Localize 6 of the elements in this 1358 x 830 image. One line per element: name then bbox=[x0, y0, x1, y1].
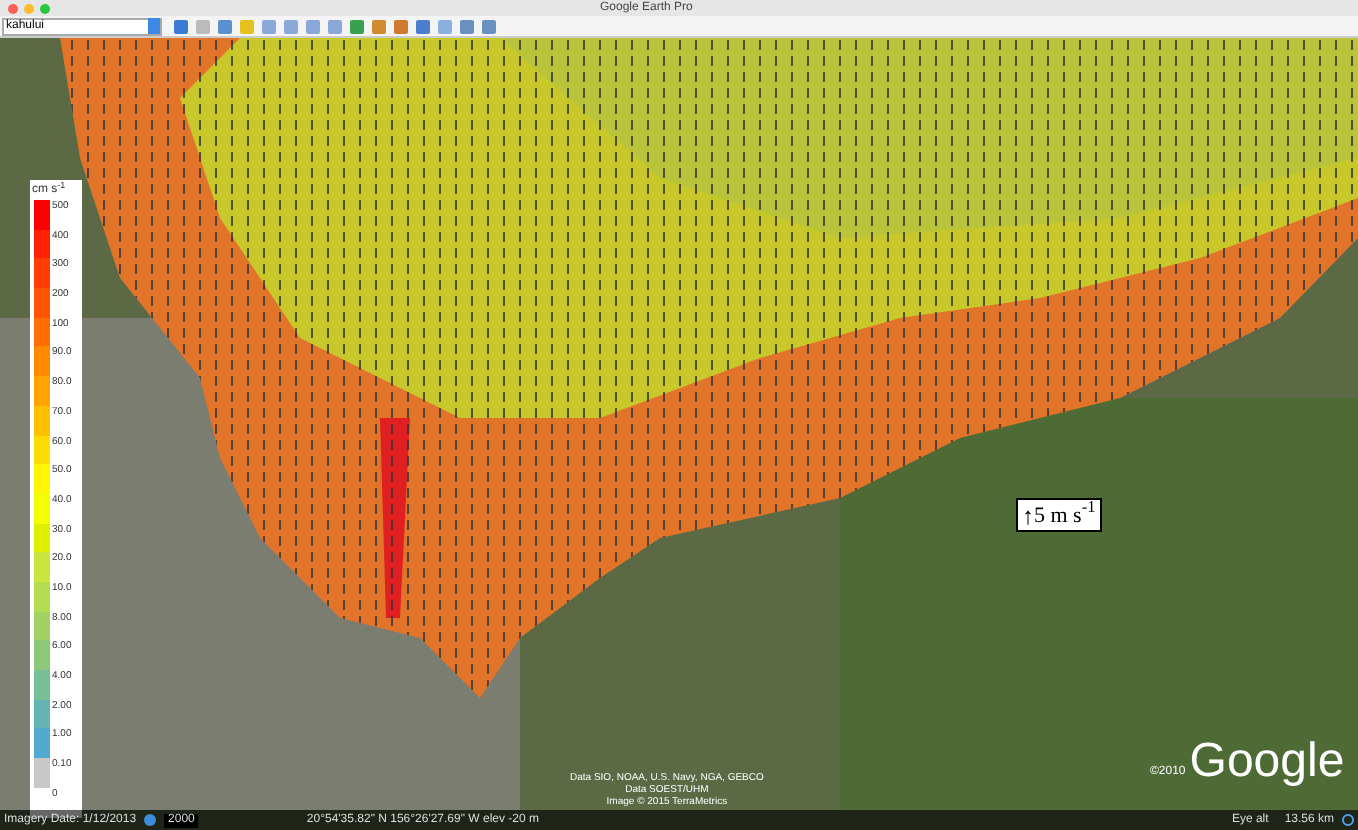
zoom-button[interactable] bbox=[40, 3, 50, 13]
scale-arrow: ↑ bbox=[1022, 503, 1034, 527]
minimize-button[interactable] bbox=[24, 3, 34, 13]
close-button[interactable] bbox=[8, 3, 18, 13]
scale-label: 5 m s$^{-1}$ bbox=[1034, 503, 1096, 527]
map-logo: Google bbox=[1189, 738, 1345, 786]
